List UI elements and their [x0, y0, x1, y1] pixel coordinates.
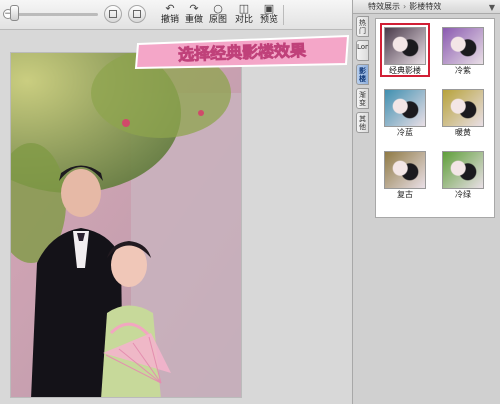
zoom-slider[interactable] [16, 13, 98, 16]
effect-classic-studio[interactable]: 经典影楼 [380, 23, 430, 77]
effect-warm-yellow[interactable]: 暖黄 [438, 85, 488, 139]
preview-button[interactable]: ▣ 预览 [256, 3, 282, 27]
effect-thumbnail [384, 27, 426, 65]
compare-icon: ◫ [238, 2, 250, 15]
original-icon: ○ [213, 2, 223, 15]
panel-breadcrumb: 特效展示 › 影楼特效 ▼ [353, 0, 500, 14]
top-toolbar: − ↶ 撤销 ↷ 重做 ○ 原图 ◫ 对比 ▣ 预览 [0, 0, 352, 30]
annotation-banner: 选择经典影楼效果 [134, 34, 350, 70]
effect-cool-green[interactable]: 冷绿 [438, 147, 488, 201]
fit-window-icon [109, 10, 117, 18]
edited-photo[interactable] [10, 52, 242, 398]
breadcrumb-separator-icon: › [403, 2, 407, 11]
breadcrumb-effects-showcase[interactable]: 特效展示 [368, 2, 400, 11]
effect-label: 复古 [397, 190, 413, 199]
effects-panel: 特效展示›影楼特效 ▼ 热门 Lomo 影楼 渐变 其他 经典影楼 冷紫 冷蓝 … [352, 0, 500, 404]
tab-other[interactable]: 其他 [356, 112, 369, 133]
undo-label: 撤销 [160, 15, 179, 25]
effect-thumbnail [384, 151, 426, 189]
redo-button[interactable]: ↷ 重做 [181, 3, 207, 27]
effect-thumbnail [442, 89, 484, 127]
tab-gradient[interactable]: 渐变 [356, 88, 369, 109]
breadcrumb-studio-effects: 影楼特效 [409, 2, 442, 11]
couple-photo-image [11, 53, 241, 397]
effect-label: 冷蓝 [397, 128, 413, 137]
tab-hot[interactable]: 热门 [356, 16, 369, 37]
undo-button[interactable]: ↶ 撤销 [157, 3, 183, 27]
effect-thumbnail [442, 151, 484, 189]
effect-label: 暖黄 [455, 128, 471, 137]
effect-label: 冷绿 [455, 190, 471, 199]
preview-label: 预览 [259, 15, 278, 25]
actual-size-button[interactable] [128, 5, 146, 23]
original-label: 原图 [208, 15, 227, 25]
effects-grid: 经典影楼 冷紫 冷蓝 暖黄 复古 冷绿 [375, 18, 495, 218]
zoom-slider-thumb[interactable] [10, 5, 19, 21]
tab-lomo[interactable]: Lomo [356, 40, 369, 61]
redo-label: 重做 [184, 15, 203, 25]
effect-thumbnail [442, 27, 484, 65]
effect-label: 冷紫 [455, 66, 471, 75]
tab-studio[interactable]: 影楼 [356, 64, 369, 85]
effect-cool-blue[interactable]: 冷蓝 [380, 85, 430, 139]
fit-window-button[interactable] [104, 5, 122, 23]
compare-button[interactable]: ◫ 对比 [231, 3, 257, 27]
undo-icon: ↶ [165, 2, 175, 15]
preview-icon: ▣ [263, 2, 275, 15]
effect-retro[interactable]: 复古 [380, 147, 430, 201]
effect-label: 经典影楼 [389, 66, 421, 75]
actual-size-icon [133, 10, 141, 18]
compare-label: 对比 [234, 15, 253, 25]
effect-thumbnail [384, 89, 426, 127]
redo-icon: ↷ [189, 2, 199, 15]
original-button[interactable]: ○ 原图 [205, 3, 231, 27]
effect-cool-purple[interactable]: 冷紫 [438, 23, 488, 77]
category-tabs: 热门 Lomo 影楼 渐变 其他 [356, 16, 370, 136]
panel-collapse-icon[interactable]: ▼ [489, 1, 495, 14]
toolbar-divider [283, 5, 284, 25]
